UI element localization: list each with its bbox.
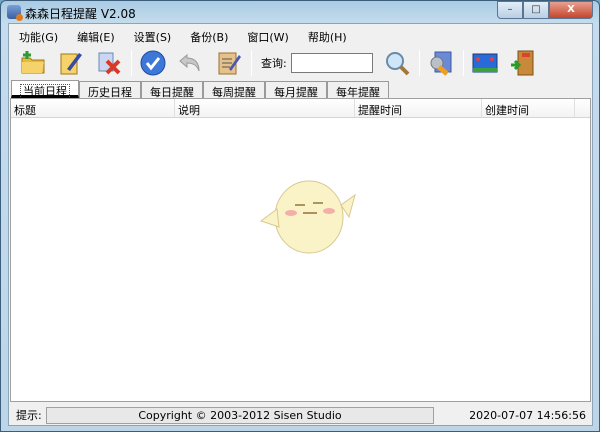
tab-weekly[interactable]: 每周提醒	[203, 81, 265, 99]
tab-daily[interactable]: 每日提醒	[141, 81, 203, 99]
exit-door-icon	[510, 50, 534, 76]
edit-note-icon	[60, 53, 82, 75]
new-button[interactable]	[17, 48, 49, 78]
delete-button[interactable]	[93, 48, 125, 78]
toolbar: 查询:	[9, 47, 592, 79]
search-icon	[385, 52, 410, 76]
list-header: 标题 说明 提醒时间 创建时间	[11, 99, 590, 118]
menu-bar: 功能(G) 编辑(E) 设置(S) 备份(B) 窗口(W) 帮助(H)	[9, 26, 356, 46]
tab-yearly[interactable]: 每年提醒	[327, 81, 389, 99]
mascot-chick-image	[259, 180, 356, 254]
exit-button[interactable]	[507, 48, 539, 78]
status-message: Copyright © 2003-2012 Sisen Studio	[46, 406, 434, 424]
minimize-button[interactable]: –	[497, 1, 523, 19]
column-remind-time[interactable]: 提醒时间	[355, 99, 482, 117]
maximize-button[interactable]: □	[523, 1, 549, 19]
settings-icon	[430, 51, 452, 76]
menu-function[interactable]: 功能(G)	[9, 26, 67, 46]
menu-edit[interactable]: 编辑(E)	[67, 26, 124, 46]
status-time: 2020-07-07 14:56:56	[469, 408, 586, 422]
schedule-list[interactable]: 标题 说明 提醒时间 创建时间	[10, 98, 591, 402]
window-title: 森森日程提醒 V2.08	[25, 7, 136, 21]
query-label: 查询:	[261, 57, 287, 70]
client-area: 功能(G) 编辑(E) 设置(S) 备份(B) 窗口(W) 帮助(H) 查询: …	[8, 23, 593, 426]
tab-monthly[interactable]: 每月提醒	[265, 81, 327, 99]
screen-button[interactable]	[469, 48, 501, 78]
app-icon	[7, 5, 23, 21]
status-bar: 提示: Copyright © 2003-2012 Sisen Studio 2…	[9, 405, 592, 425]
task-button[interactable]	[213, 48, 245, 78]
open-folder-icon	[21, 51, 45, 74]
title-bar: 森森日程提醒 V2.08 – □ X	[1, 1, 599, 23]
menu-window[interactable]: 窗口(W)	[237, 26, 297, 46]
screen-icon	[472, 53, 498, 73]
search-button[interactable]	[381, 48, 413, 78]
check-icon	[140, 50, 166, 76]
edit-button[interactable]	[55, 48, 87, 78]
close-button[interactable]: X	[549, 1, 593, 19]
column-title[interactable]: 标题	[11, 99, 175, 117]
delete-icon	[98, 52, 121, 75]
status-label: 提示:	[16, 409, 42, 422]
menu-backup[interactable]: 备份(B)	[180, 26, 237, 46]
complete-button[interactable]	[137, 48, 169, 78]
settings-button[interactable]	[425, 48, 457, 78]
tab-current[interactable]: 当前日程	[11, 80, 79, 99]
tab-strip: 当前日程 历史日程 每日提醒 每周提醒 每月提醒 每年提醒	[11, 80, 389, 99]
tab-label: 当前日程	[20, 84, 70, 99]
menu-help[interactable]: 帮助(H)	[298, 26, 356, 46]
column-description[interactable]: 说明	[175, 99, 355, 117]
tab-history[interactable]: 历史日程	[79, 81, 141, 99]
column-created-time[interactable]: 创建时间	[482, 99, 575, 117]
menu-settings[interactable]: 设置(S)	[124, 26, 181, 46]
clipboard-icon	[218, 52, 241, 75]
undo-button[interactable]	[175, 48, 207, 78]
query-input[interactable]	[290, 53, 373, 73]
app-window: 森森日程提醒 V2.08 – □ X 功能(G) 编辑(E) 设置(S) 备份(…	[0, 0, 600, 432]
undo-icon	[179, 53, 200, 72]
